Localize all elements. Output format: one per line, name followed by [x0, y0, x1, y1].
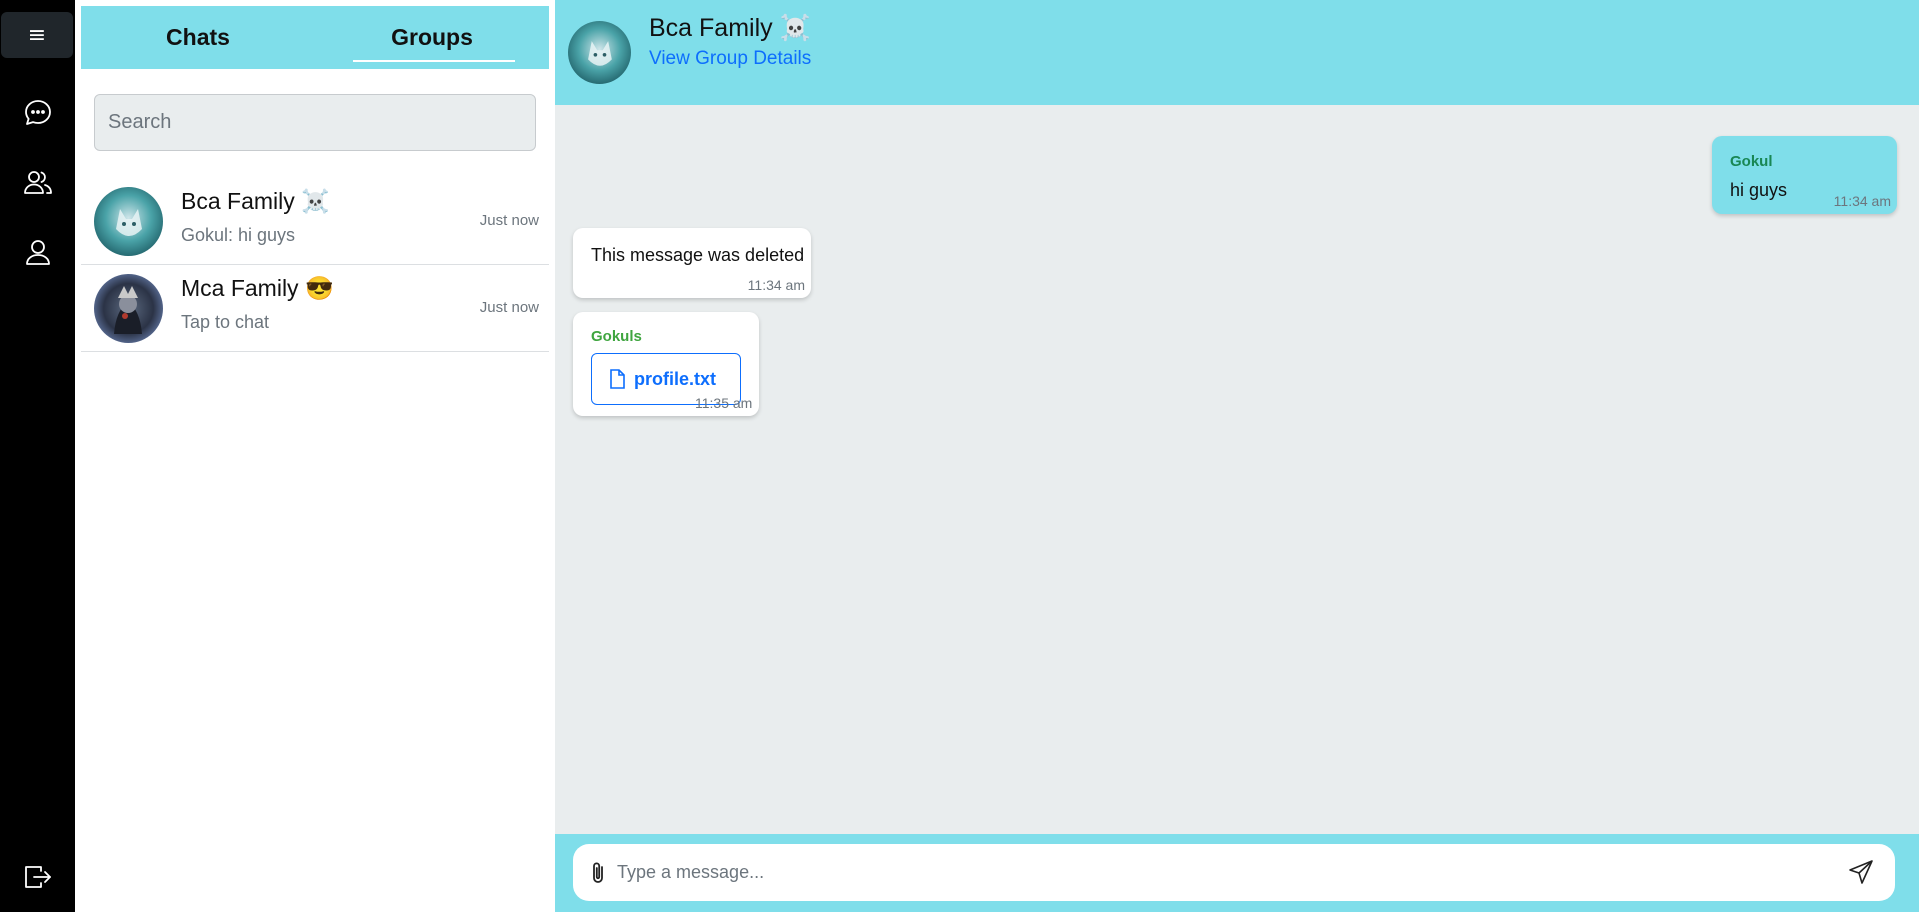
message-time: 11:35 am [695, 395, 753, 411]
message-outgoing[interactable]: Gokul hi guys 11:34 am [1712, 136, 1897, 214]
groups-icon[interactable] [20, 164, 56, 200]
conversation-item-mca-family[interactable]: Mca Family 😎 Tap to chat Just now [81, 265, 549, 352]
avatar [94, 187, 163, 256]
profile-icon[interactable] [20, 234, 56, 270]
message-time: 11:34 am [1833, 193, 1891, 209]
message-time: 11:34 am [747, 277, 805, 293]
conversation-name: Bca Family ☠️ [181, 188, 330, 214]
conversation-time: Just now [479, 212, 539, 229]
paperclip-icon[interactable] [587, 860, 609, 886]
group-avatar[interactable] [568, 21, 631, 84]
chat-icon[interactable] [20, 95, 56, 131]
composer-bar [555, 834, 1919, 912]
composer [573, 844, 1895, 901]
conversation-item-bca-family[interactable]: Bca Family ☠️ Gokul: hi guys Just now [81, 178, 549, 265]
conversation-last-message: Tap to chat [181, 312, 270, 332]
file-name: profile.txt [634, 368, 717, 389]
message-incoming-file[interactable]: Gokuls profile.txt 11:35 am [573, 312, 759, 416]
tab-groups[interactable]: Groups [315, 6, 549, 69]
chat-header: Bca Family ☠️ View Group Details [555, 0, 1919, 105]
message-sender: Gokul [1730, 153, 1773, 170]
logout-icon[interactable] [20, 859, 56, 895]
menu-toggle-button[interactable]: ≡ [1, 12, 73, 58]
view-group-details-link[interactable]: View Group Details [649, 48, 811, 70]
nav-rail: ≡ [0, 0, 75, 912]
conversation-time: Just now [479, 299, 539, 316]
chat-title: Bca Family ☠️ [649, 14, 811, 42]
message-text: hi guys [1730, 180, 1788, 200]
file-icon [610, 369, 625, 389]
avatar [94, 274, 163, 343]
message-input[interactable] [617, 854, 1817, 890]
tab-bar: Chats Groups [81, 6, 549, 69]
chat-panel: Bca Family ☠️ View Group Details Gokul h… [555, 0, 1919, 912]
tab-chats[interactable]: Chats [81, 6, 315, 69]
conversation-name: Mca Family 😎 [181, 275, 334, 301]
message-sender: Gokuls [591, 328, 642, 345]
message-text: This message was deleted [591, 245, 805, 265]
send-icon[interactable] [1847, 858, 1875, 886]
message-incoming[interactable]: This message was deleted 11:34 am [573, 228, 811, 298]
conversation-last-message: Gokul: hi guys [181, 225, 296, 245]
search-input[interactable] [94, 94, 536, 151]
sidebar: Chats Groups Bca Family ☠️ Gokul: hi guy… [75, 0, 555, 912]
